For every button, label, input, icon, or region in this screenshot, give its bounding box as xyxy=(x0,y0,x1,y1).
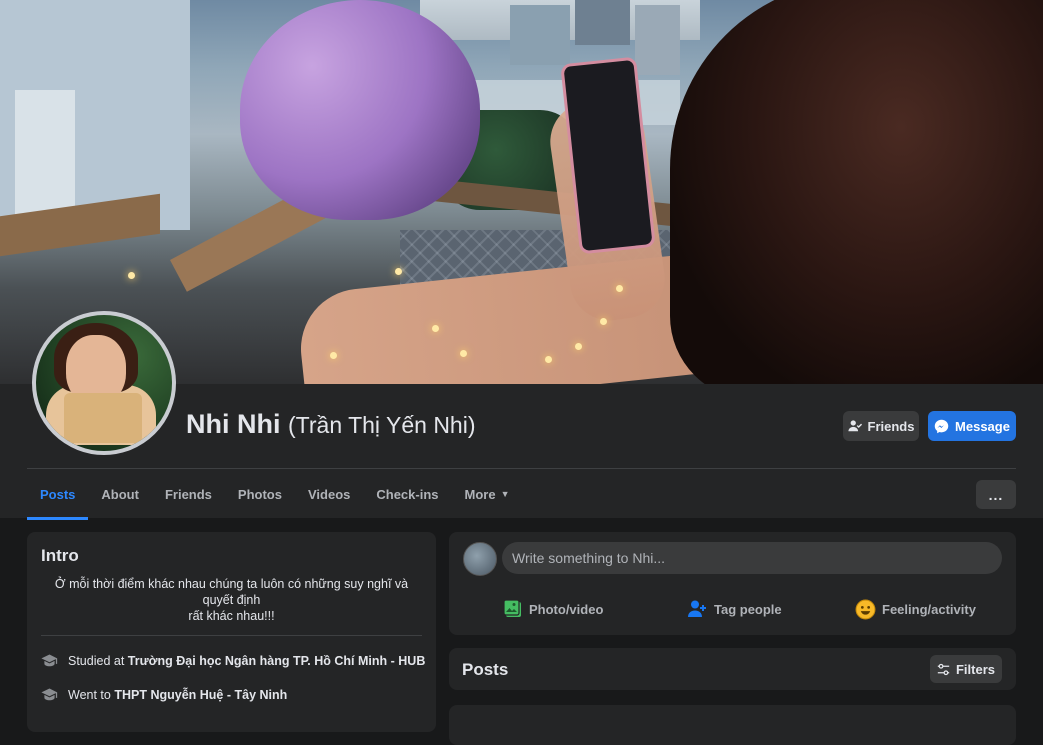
intro-title: Intro xyxy=(41,546,79,565)
education-school-link[interactable]: THPT Nguyễn Huệ - Tây Ninh xyxy=(114,688,287,702)
caret-down-icon: ▼ xyxy=(500,489,510,499)
avatar-gift xyxy=(64,393,142,443)
posts-title: Posts xyxy=(462,660,509,679)
intro-education-item: Went to THPT Nguyễn Huệ - Tây Ninh xyxy=(41,686,287,703)
write-post-placeholder: Write something to Nhi... xyxy=(512,550,666,566)
graduation-cap-icon xyxy=(41,652,58,669)
tag-people-icon xyxy=(688,599,708,619)
composer-avatar[interactable] xyxy=(463,542,497,576)
tag-people-label: Tag people xyxy=(714,601,782,617)
message-button-label: Message xyxy=(955,418,1010,434)
tab-check-ins[interactable]: Check-ins xyxy=(363,469,451,519)
more-options-label: ... xyxy=(988,486,1004,503)
post-card xyxy=(449,705,1016,745)
write-post-input[interactable]: Write something to Nhi... xyxy=(502,542,1002,574)
tab-label: Videos xyxy=(307,486,351,502)
tab-label: More xyxy=(464,486,496,502)
photo-video-label: Photo/video xyxy=(529,601,604,617)
messenger-icon xyxy=(934,419,949,434)
graduation-cap-icon xyxy=(41,686,58,703)
intro-divider xyxy=(41,635,422,636)
intro-bio: Ở mỗi thời điểm khác nhau chúng ta luôn … xyxy=(43,576,420,624)
feeling-activity-label: Feeling/activity xyxy=(882,601,976,617)
cover-building xyxy=(575,0,630,45)
photo-video-button[interactable]: Photo/video xyxy=(503,592,603,626)
cover-photo[interactable] xyxy=(0,0,1043,384)
education-prefix: Studied at xyxy=(68,653,125,668)
tab-photos[interactable]: Photos xyxy=(225,469,295,519)
intro-education-item: Studied at Trường Đại học Ngân hàng TP. … xyxy=(41,652,425,669)
cover-hair xyxy=(670,0,1043,384)
photo-icon xyxy=(503,599,523,619)
profile-alternate-name: (Trần Thị Yến Nhi) xyxy=(288,412,476,438)
tab-label: Posts xyxy=(40,486,76,502)
profile-avatar[interactable] xyxy=(32,311,176,455)
cover-flowers xyxy=(240,0,480,220)
posts-header-card: Posts Filters xyxy=(449,648,1016,690)
smiley-icon xyxy=(855,599,876,620)
feeling-activity-button[interactable]: Feeling/activity xyxy=(855,592,976,626)
friend-check-icon xyxy=(847,419,862,433)
profile-tabs: Posts About Friends Photos Videos Check-… xyxy=(27,469,523,520)
sliders-icon xyxy=(937,663,950,676)
tab-friends[interactable]: Friends xyxy=(152,469,225,519)
cover-building xyxy=(510,5,570,65)
profile-primary-name: Nhi Nhi xyxy=(186,409,281,439)
tab-label: About xyxy=(101,486,139,502)
filters-button[interactable]: Filters xyxy=(930,655,1002,683)
tab-label: Check-ins xyxy=(376,486,439,502)
tab-posts[interactable]: Posts xyxy=(27,469,89,520)
tab-more[interactable]: More ▼ xyxy=(452,469,523,519)
profile-name: Nhi Nhi (Trần Thị Yến Nhi) xyxy=(186,409,476,440)
tab-label: Friends xyxy=(164,486,212,502)
friends-button[interactable]: Friends xyxy=(843,411,919,441)
filters-label: Filters xyxy=(955,661,995,677)
bio-line: rất khác nhau!!! xyxy=(188,609,275,623)
tab-about[interactable]: About xyxy=(88,469,152,519)
education-prefix: Went to xyxy=(68,687,111,702)
tab-videos[interactable]: Videos xyxy=(295,469,363,519)
education-school-link[interactable]: Trường Đại học Ngân hàng TP. Hồ Chí Minh… xyxy=(128,654,426,668)
more-options-button[interactable]: ... xyxy=(976,480,1016,509)
friends-button-label: Friends xyxy=(867,418,915,434)
cover-building xyxy=(635,5,680,75)
tag-people-button[interactable]: Tag people xyxy=(688,592,782,626)
bio-line: Ở mỗi thời điểm khác nhau chúng ta luôn … xyxy=(54,577,409,607)
intro-card: Intro Ở mỗi thời điểm khác nhau chúng ta… xyxy=(27,532,436,732)
tab-label: Photos xyxy=(237,486,282,502)
message-button[interactable]: Message xyxy=(928,411,1016,441)
